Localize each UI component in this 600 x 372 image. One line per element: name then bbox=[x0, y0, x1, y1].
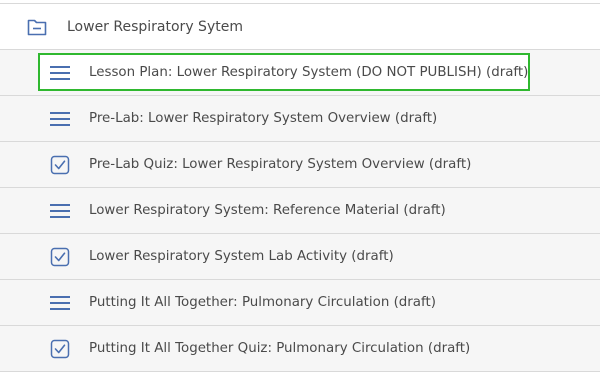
page-lines-icon bbox=[50, 109, 70, 129]
module-items-list: Lesson Plan: Lower Respiratory System (D… bbox=[0, 50, 600, 372]
list-item[interactable]: Lower Respiratory System Lab Activity (d… bbox=[0, 234, 600, 280]
module-panel: Lower Respiratory Sytem Lesson Plan: Low… bbox=[0, 0, 600, 372]
quiz-check-icon bbox=[50, 247, 70, 267]
list-item[interactable]: Pre-Lab: Lower Respiratory System Overvi… bbox=[0, 96, 600, 142]
item-title[interactable]: Pre-Lab Quiz: Lower Respiratory System O… bbox=[89, 142, 471, 188]
list-item[interactable]: Lower Respiratory System: Reference Mate… bbox=[0, 188, 600, 234]
list-item[interactable]: Putting It All Together Quiz: Pulmonary … bbox=[0, 326, 600, 372]
list-item[interactable]: Putting It All Together: Pulmonary Circu… bbox=[0, 280, 600, 326]
list-item[interactable]: Lesson Plan: Lower Respiratory System (D… bbox=[0, 50, 600, 96]
folder-collapse-icon[interactable] bbox=[26, 16, 48, 38]
item-title[interactable]: Lower Respiratory System Lab Activity (d… bbox=[89, 234, 394, 280]
list-item[interactable]: Pre-Lab Quiz: Lower Respiratory System O… bbox=[0, 142, 600, 188]
item-title[interactable]: Pre-Lab: Lower Respiratory System Overvi… bbox=[89, 96, 437, 142]
item-title[interactable]: Putting It All Together: Pulmonary Circu… bbox=[89, 280, 436, 326]
item-title[interactable]: Lower Respiratory System: Reference Mate… bbox=[89, 188, 446, 234]
quiz-check-icon bbox=[50, 155, 70, 175]
module-title[interactable]: Lower Respiratory Sytem bbox=[67, 4, 243, 51]
page-lines-icon bbox=[50, 293, 70, 313]
item-title[interactable]: Lesson Plan: Lower Respiratory System (D… bbox=[89, 50, 528, 96]
page-lines-icon bbox=[50, 201, 70, 221]
module-header[interactable]: Lower Respiratory Sytem bbox=[0, 3, 600, 50]
quiz-check-icon bbox=[50, 339, 70, 359]
page-lines-icon bbox=[50, 63, 70, 83]
item-title[interactable]: Putting It All Together Quiz: Pulmonary … bbox=[89, 326, 470, 372]
